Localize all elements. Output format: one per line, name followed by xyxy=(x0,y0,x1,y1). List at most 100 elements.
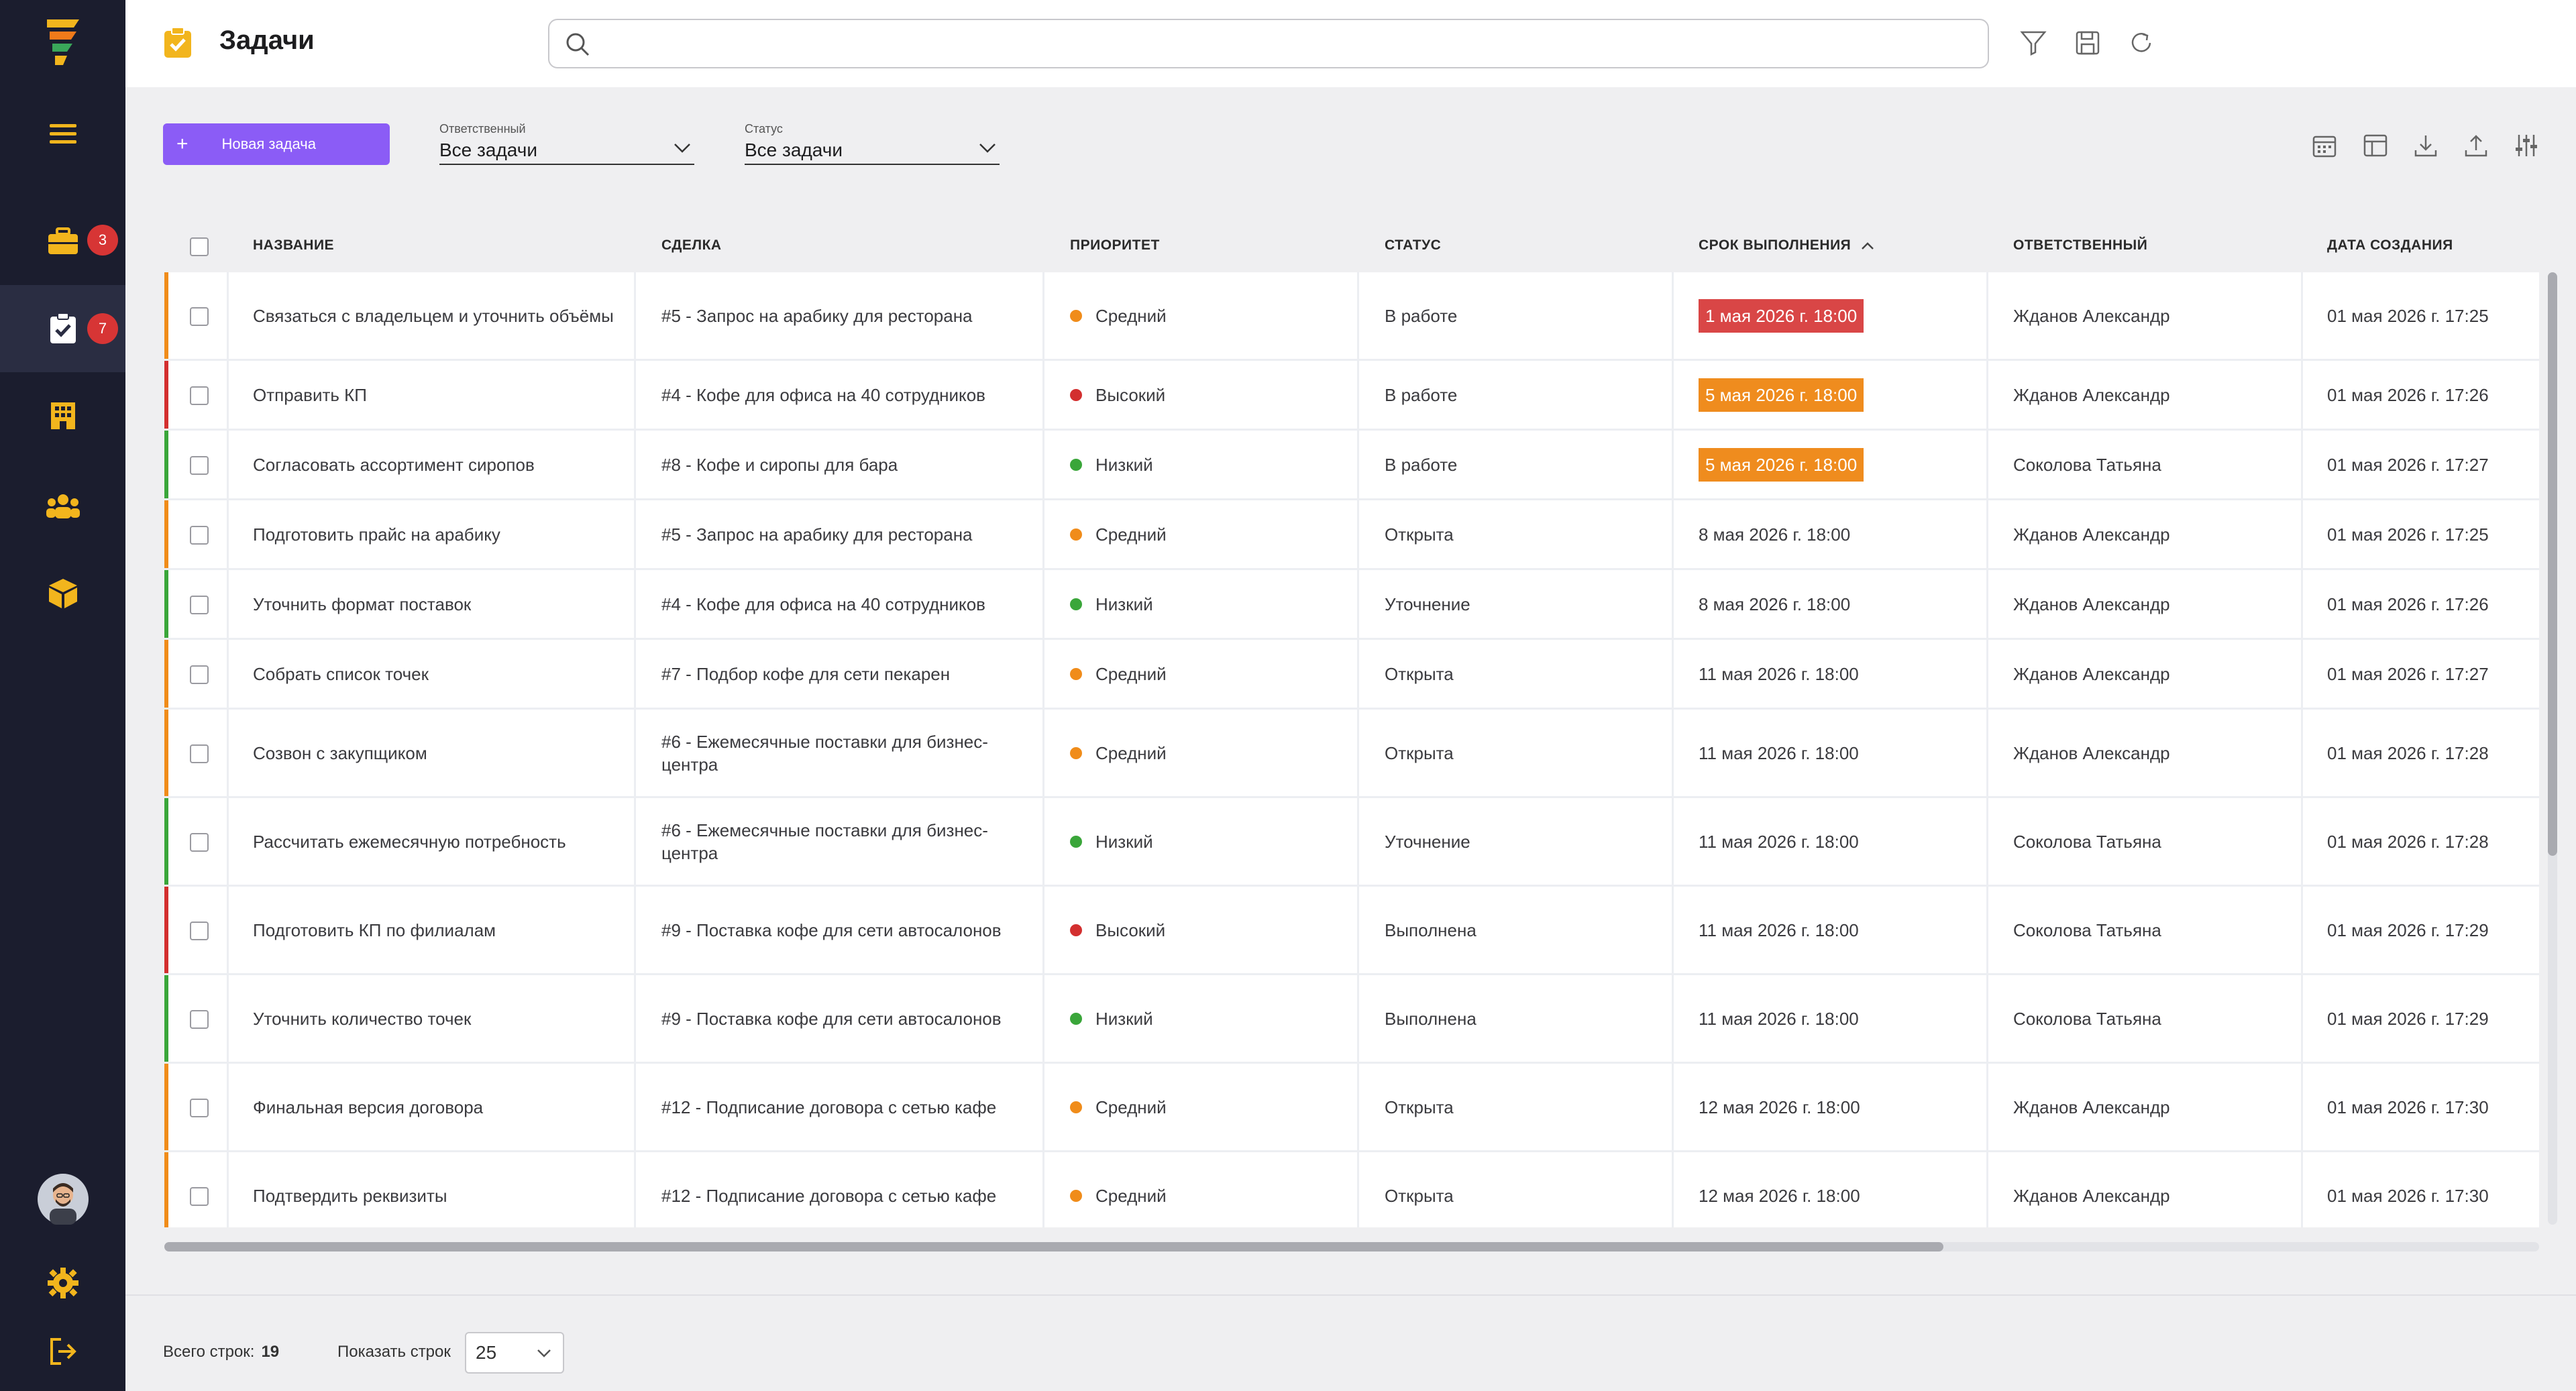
column-assignee[interactable]: ОТВЕТСТВЕННЫЙ xyxy=(2013,237,2147,254)
search-box[interactable] xyxy=(548,19,1989,68)
task-deal: #4 - Кофе для офиса на 40 сотрудников xyxy=(661,384,985,405)
refresh-icon[interactable] xyxy=(2128,30,2155,56)
calendar-icon[interactable] xyxy=(2312,133,2337,158)
table-row[interactable]: Связаться с владельцем и уточнить объёмы… xyxy=(164,272,2539,361)
task-deal-cell[interactable]: #9 - Поставка кофе для сети автосалонов xyxy=(661,887,1037,973)
task-deal-cell[interactable]: #6 - Ежемесячные поставки для бизнес-цен… xyxy=(661,798,1037,885)
task-deal-cell[interactable]: #9 - Поставка кофе для сети автосалонов xyxy=(661,975,1037,1062)
search-icon xyxy=(566,33,590,56)
task-priority: Низкий xyxy=(1095,1008,1153,1029)
vertical-scroll-thumb[interactable] xyxy=(2548,272,2557,856)
column-divider xyxy=(227,640,229,708)
table-row[interactable]: Рассчитать ежемесячную потребность #6 - Е… xyxy=(164,798,2539,887)
task-deadline: 8 мая 2026 г. 18:00 xyxy=(1699,524,1851,545)
column-created[interactable]: ДАТА СОЗДАНИЯ xyxy=(2327,237,2453,254)
column-settings-icon[interactable] xyxy=(2514,133,2539,158)
priority-stripe xyxy=(164,1064,168,1150)
column-title[interactable]: НАЗВАНИЕ xyxy=(253,237,334,254)
search-input[interactable] xyxy=(603,28,1972,59)
assignee-filter-label: Ответственный xyxy=(439,122,526,135)
table-row[interactable]: Отправить КП #4 - Кофе для офиса на 40 со… xyxy=(164,361,2539,431)
table-row[interactable]: Подготовить прайс на арабику #5 - Запрос … xyxy=(164,500,2539,570)
column-divider xyxy=(2301,500,2303,568)
row-checkbox[interactable] xyxy=(190,1010,209,1029)
sidebar-item-deals[interactable]: 3 xyxy=(0,198,125,285)
row-checkbox[interactable] xyxy=(190,665,209,684)
column-deal[interactable]: СДЕЛКА xyxy=(661,237,722,254)
column-divider xyxy=(634,272,636,359)
table-row[interactable]: Собрать список точек #7 - Подбор кофе для… xyxy=(164,640,2539,710)
building-icon xyxy=(50,402,75,429)
status-filter-label: Статус xyxy=(745,122,783,135)
row-checkbox[interactable] xyxy=(190,596,209,614)
user-avatar[interactable] xyxy=(0,1156,125,1243)
task-deal-cell[interactable]: #8 - Кофе и сиропы для бара xyxy=(661,431,1037,498)
table-row[interactable]: Согласовать ассортимент сиропов #8 - Кофе… xyxy=(164,431,2539,500)
task-priority: Средний xyxy=(1095,1185,1167,1206)
select-all-checkbox[interactable] xyxy=(190,237,209,256)
assignee-filter[interactable]: Ответственный Все задачи xyxy=(439,122,694,165)
task-assignee: Соколова Татьяна xyxy=(2013,831,2161,852)
sidebar-item-tasks[interactable]: 7 xyxy=(0,285,125,372)
column-divider xyxy=(634,1064,636,1150)
column-divider xyxy=(634,570,636,638)
sort-ascending-icon xyxy=(1862,242,1874,249)
row-checkbox[interactable] xyxy=(190,307,209,326)
row-checkbox[interactable] xyxy=(190,922,209,940)
sidebar-item-logout[interactable] xyxy=(0,1308,125,1391)
row-checkbox[interactable] xyxy=(190,744,209,763)
vertical-scrollbar[interactable] xyxy=(2548,272,2557,1225)
table-row[interactable]: Финальная версия договора #12 - Подписани… xyxy=(164,1064,2539,1152)
download-icon[interactable] xyxy=(2413,133,2438,158)
page-size-select[interactable]: 25 xyxy=(465,1332,564,1374)
table-row[interactable]: Подтвердить реквизиты #12 - Подписание до… xyxy=(164,1152,2539,1227)
sidebar-item-companies[interactable] xyxy=(0,372,125,459)
sidebar-item-contacts[interactable] xyxy=(0,463,125,550)
task-status: В работе xyxy=(1385,454,1458,475)
task-assignee: Жданов Александр xyxy=(2013,1185,2170,1206)
row-checkbox[interactable] xyxy=(190,1099,209,1117)
task-created-cell: 01 мая 2026 г. 17:28 xyxy=(2327,710,2539,796)
priority-dot-icon xyxy=(1070,1101,1082,1113)
priority-stripe xyxy=(164,975,168,1062)
task-deal-cell[interactable]: #12 - Подписание договора с сетью кафе xyxy=(661,1152,1037,1227)
task-deal-cell[interactable]: #12 - Подписание договора с сетью кафе xyxy=(661,1064,1037,1150)
chevron-down-icon xyxy=(674,144,690,153)
task-priority-cell: Высокий xyxy=(1070,887,1352,973)
menu-toggle[interactable] xyxy=(0,91,125,178)
task-deadline: 5 мая 2026 г. 18:00 xyxy=(1699,378,1864,412)
row-checkbox[interactable] xyxy=(190,833,209,852)
priority-dot-icon xyxy=(1070,598,1082,610)
row-checkbox[interactable] xyxy=(190,1187,209,1206)
table-row[interactable]: Созвон с закупщиком #6 - Ежемесячные пост… xyxy=(164,710,2539,798)
table-row[interactable]: Подготовить КП по филиалам #9 - Поставка … xyxy=(164,887,2539,975)
new-task-button[interactable]: + Новая задача xyxy=(163,123,390,165)
task-created-cell: 01 мая 2026 г. 17:26 xyxy=(2327,361,2539,429)
column-status[interactable]: СТАТУС xyxy=(1385,237,1441,254)
column-divider xyxy=(1986,500,1988,568)
horizontal-scroll-thumb[interactable] xyxy=(164,1242,1943,1251)
task-deal-cell[interactable]: #5 - Запрос на арабику для ресторана xyxy=(661,272,1037,359)
sidebar-item-products[interactable] xyxy=(0,550,125,637)
table-row[interactable]: Уточнить формат поставок #4 - Кофе для оф… xyxy=(164,570,2539,640)
task-deal-cell[interactable]: #5 - Запрос на арабику для ресторана xyxy=(661,500,1037,568)
row-checkbox[interactable] xyxy=(190,386,209,405)
save-icon[interactable] xyxy=(2074,30,2101,56)
upload-icon[interactable] xyxy=(2463,133,2489,158)
task-deal-cell[interactable]: #6 - Ежемесячные поставки для бизнес-цен… xyxy=(661,710,1037,796)
column-deadline[interactable]: СРОК ВЫПОЛНЕНИЯ xyxy=(1699,237,1875,254)
task-deal-cell[interactable]: #4 - Кофе для офиса на 40 сотрудников xyxy=(661,570,1037,638)
status-filter[interactable]: Статус Все задачи xyxy=(745,122,1000,165)
priority-dot-icon xyxy=(1070,309,1082,322)
column-priority[interactable]: ПРИОРИТЕТ xyxy=(1070,237,1160,254)
task-deal-cell[interactable]: #7 - Подбор кофе для сети пекарен xyxy=(661,640,1037,708)
filter-icon[interactable] xyxy=(2020,30,2047,56)
table-row[interactable]: Уточнить количество точек #9 - Поставка к… xyxy=(164,975,2539,1064)
app-logo[interactable] xyxy=(0,0,125,87)
task-deal-cell[interactable]: #4 - Кофе для офиса на 40 сотрудников xyxy=(661,361,1037,429)
layout-icon[interactable] xyxy=(2363,133,2388,158)
horizontal-scrollbar[interactable] xyxy=(164,1242,2539,1251)
task-assignee-cell: Жданов Александр xyxy=(2013,570,2295,638)
row-checkbox[interactable] xyxy=(190,456,209,475)
row-checkbox[interactable] xyxy=(190,526,209,545)
